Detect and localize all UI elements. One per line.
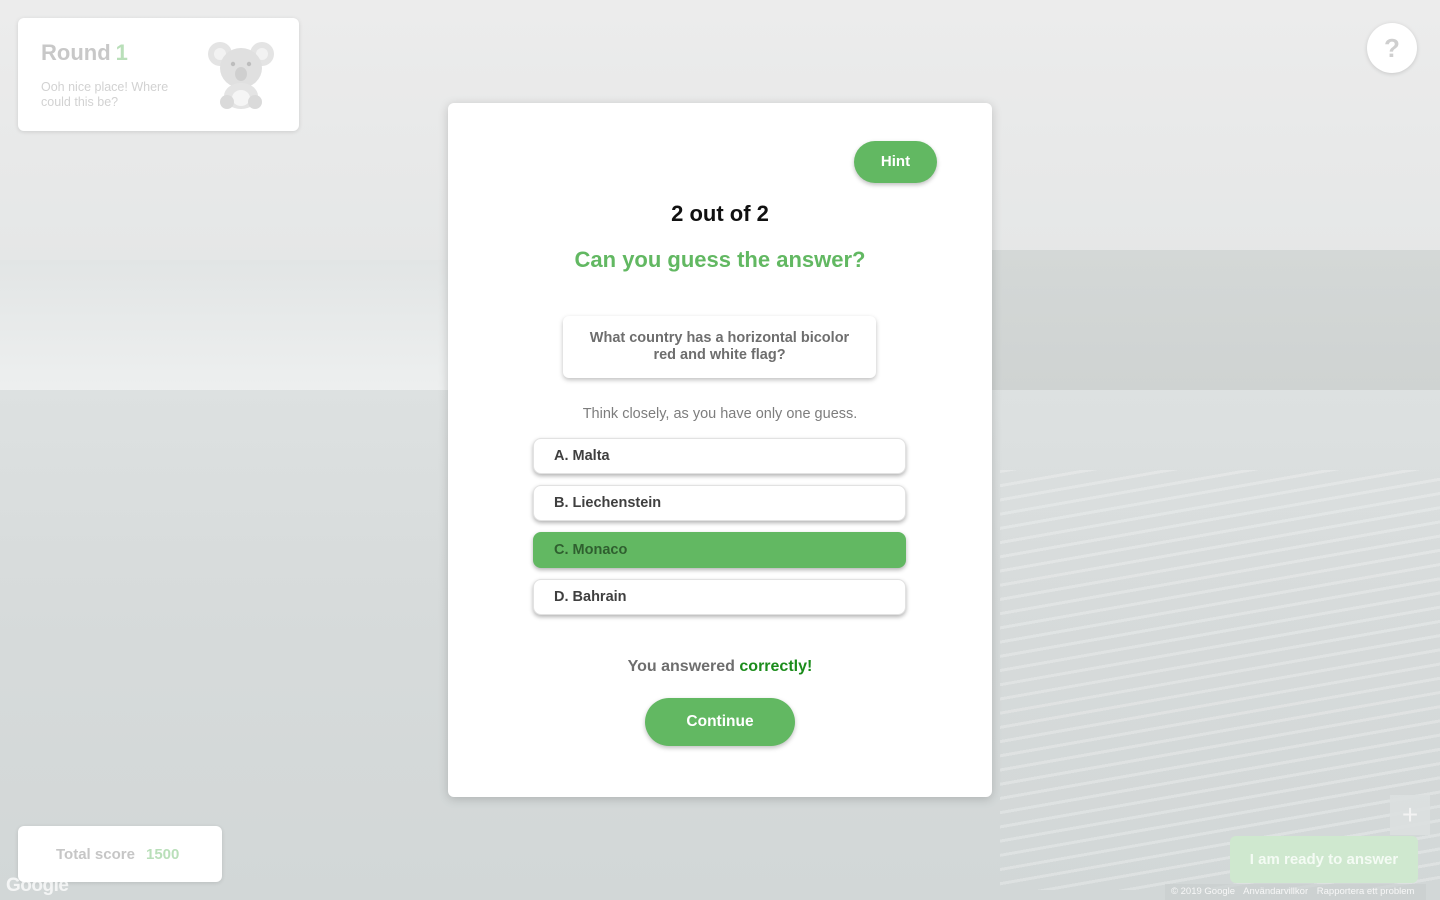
total-score-label: Total score xyxy=(56,846,135,863)
help-button[interactable]: ? xyxy=(1367,23,1417,73)
prompt-heading: Can you guess the answer? xyxy=(574,247,866,272)
question-text: What country has a horizontal bicolor re… xyxy=(589,330,850,363)
question-box: What country has a horizontal bicolor re… xyxy=(563,316,876,378)
result-prefix: You answered xyxy=(627,658,735,675)
question-progress: 2 out of 2 xyxy=(671,201,769,226)
total-score-value: 1500 xyxy=(146,846,180,863)
round-label: Round xyxy=(41,40,111,65)
result-word: correctly! xyxy=(739,658,813,675)
zoom-in-button[interactable]: + xyxy=(1390,795,1430,835)
terms-link[interactable]: Användarvillkor xyxy=(1243,886,1308,897)
report-problem-link[interactable]: Rapportera ett problem xyxy=(1317,886,1415,897)
answer-option-a[interactable]: A. Malta xyxy=(533,438,906,474)
round-title: Round 1 xyxy=(41,40,128,66)
ready-to-answer-button[interactable]: I am ready to answer xyxy=(1230,836,1418,883)
instruction-text: Think closely, as you have only one gues… xyxy=(582,406,858,422)
koala-icon xyxy=(208,42,274,109)
total-score-panel: Total score 1500 xyxy=(18,826,222,882)
round-panel: Round 1 Ooh nice place! Where could this … xyxy=(18,18,299,131)
question-modal: Hint 2 out of 2 Can you guess the answer… xyxy=(448,103,992,797)
answer-options: A. Malta B. Liechenstein C. Monaco D. Ba… xyxy=(533,438,906,626)
answer-option-c[interactable]: C. Monaco xyxy=(533,532,906,568)
continue-button[interactable]: Continue xyxy=(645,698,795,746)
answer-option-d[interactable]: D. Bahrain xyxy=(533,579,906,615)
water-ripples xyxy=(1000,470,1440,890)
round-description: Ooh nice place! Where could this be? xyxy=(41,80,169,109)
answer-option-b[interactable]: B. Liechenstein xyxy=(533,485,906,521)
copyright-text: © 2019 Google xyxy=(1171,886,1236,897)
google-logo: Google xyxy=(6,875,69,896)
hint-button[interactable]: Hint xyxy=(854,141,937,183)
map-footer: © 2019 Google Användarvillkor Rapportera… xyxy=(1165,884,1427,900)
round-number: 1 xyxy=(115,40,128,65)
result-message: You answered correctly! xyxy=(448,658,992,676)
